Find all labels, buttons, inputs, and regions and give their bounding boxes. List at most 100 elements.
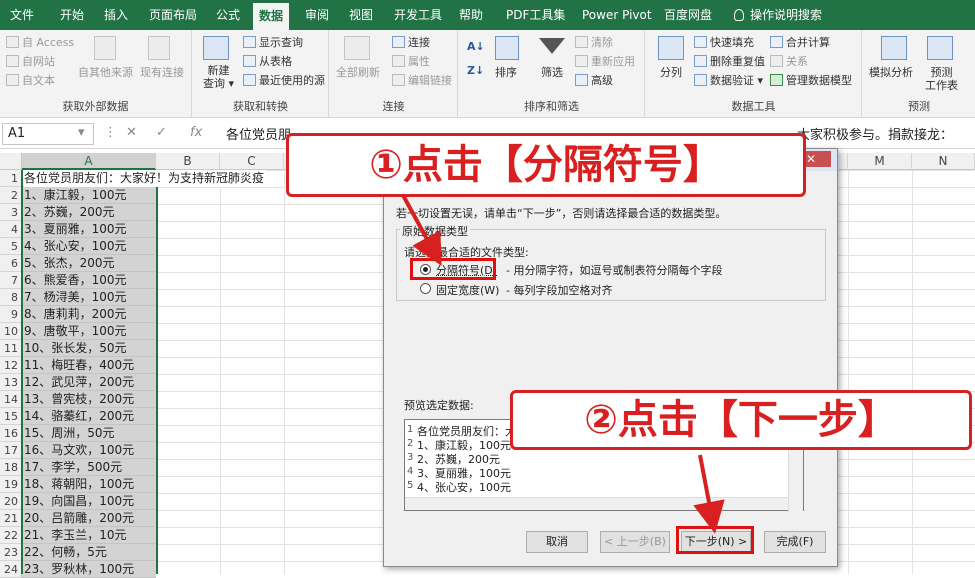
new-query-button[interactable]: 新建 查询 ▾	[203, 64, 234, 90]
manage-data-model-button[interactable]: 管理数据模型	[770, 74, 852, 88]
callout-step1: ①点击【分隔符号】	[286, 133, 806, 197]
group-sort-filter: A↓ Z↓ 排序 筛选 清除 重新应用 高级 排序和筛选	[459, 30, 645, 118]
tab-data[interactable]: 数据	[253, 3, 289, 30]
from-text-button[interactable]: 自文本	[6, 74, 55, 88]
reapply-button[interactable]: 重新应用	[575, 55, 635, 69]
group-connections: 全部刷新 连接 属性 编辑链接 连接	[330, 30, 458, 118]
finish-button[interactable]: 完成(F)	[764, 531, 826, 553]
sort-ascending-icon[interactable]: A↓	[467, 40, 485, 54]
previous-button[interactable]: < 上一步(B)	[600, 531, 670, 553]
row-header[interactable]: 18	[0, 459, 22, 476]
filter-button[interactable]: 筛选	[541, 66, 563, 79]
row-header[interactable]: 12	[0, 357, 22, 374]
text-to-columns-button[interactable]: 分列	[660, 66, 682, 79]
existing-connections-button[interactable]: 现有连接	[140, 66, 184, 79]
row-header[interactable]: 17	[0, 442, 22, 459]
row-header[interactable]: 16	[0, 425, 22, 442]
row-header[interactable]: 6	[0, 255, 22, 272]
tell-me-search[interactable]: 操作说明搜索	[728, 0, 828, 30]
what-if-analysis-button[interactable]: 模拟分析	[869, 66, 913, 79]
row-header[interactable]: 2	[0, 187, 22, 204]
from-table-button[interactable]: 从表格	[243, 55, 292, 69]
refresh-all-button[interactable]: 全部刷新	[336, 66, 380, 79]
relationships-button[interactable]: 关系	[770, 55, 808, 69]
tab-baidu-netdisk[interactable]: 百度网盘	[658, 0, 718, 30]
row-header[interactable]: 7	[0, 272, 22, 289]
row-header[interactable]: 19	[0, 476, 22, 493]
other-sources-button[interactable]: 自其他来源	[78, 66, 133, 79]
column-header-m[interactable]: M	[848, 153, 912, 170]
column-header-a[interactable]: A	[22, 153, 156, 170]
row-header[interactable]: 11	[0, 340, 22, 357]
column-header-n[interactable]: N	[912, 153, 975, 170]
preview-row-number: 4	[407, 466, 413, 477]
more-icon: ⋮	[104, 125, 117, 140]
edit-links-button[interactable]: 编辑链接	[392, 74, 452, 88]
row-header[interactable]: 14	[0, 391, 22, 408]
row-header[interactable]: 20	[0, 493, 22, 510]
row-header[interactable]: 1	[0, 170, 22, 187]
preview-row-number: 3	[407, 452, 413, 463]
cancel-button[interactable]: 取消	[526, 531, 588, 553]
from-web-button[interactable]: 自网站	[6, 55, 55, 69]
connections-button[interactable]: 连接	[392, 36, 430, 50]
consolidate-button[interactable]: 合并计算	[770, 36, 830, 50]
tab-developer[interactable]: 开发工具	[388, 0, 448, 30]
sort-button[interactable]: 排序	[495, 66, 517, 79]
row-header[interactable]: 5	[0, 238, 22, 255]
row-header[interactable]: 21	[0, 510, 22, 527]
tab-file[interactable]: 文件	[4, 0, 40, 30]
data-validation-button[interactable]: 数据验证 ▾	[694, 74, 763, 88]
formula-input[interactable]: 各位党员朋	[226, 124, 291, 143]
cancel-icon[interactable]: ✕	[126, 125, 137, 140]
tab-power-pivot[interactable]: Power Pivot	[576, 0, 658, 30]
fixed-width-option-label[interactable]: 固定宽度(W)	[436, 282, 499, 298]
chevron-down-icon[interactable]: ▾	[78, 125, 85, 140]
recent-sources-button[interactable]: 最近使用的源	[243, 74, 325, 88]
confirm-icon[interactable]: ✓	[156, 125, 167, 140]
horizontal-scrollbar[interactable]	[405, 497, 789, 510]
tab-home[interactable]: 开始	[54, 0, 90, 30]
row-header[interactable]: 9	[0, 306, 22, 323]
clear-filter-button[interactable]: 清除	[575, 36, 613, 50]
sort-descending-icon[interactable]: Z↓	[467, 64, 484, 78]
tab-formulas[interactable]: 公式	[210, 0, 246, 30]
insert-function-icon[interactable]: fx	[190, 125, 202, 140]
tab-help[interactable]: 帮助	[453, 0, 489, 30]
tab-insert[interactable]: 插入	[98, 0, 134, 30]
tab-review[interactable]: 审阅	[299, 0, 335, 30]
menu-bar: 文件 开始 插入 页面布局 公式 数据 审阅 视图 开发工具 帮助 PDF工具集…	[0, 0, 975, 30]
tab-pdf-tools[interactable]: PDF工具集	[500, 0, 571, 30]
properties-button[interactable]: 属性	[392, 55, 430, 69]
group-label: 获取和转换	[193, 98, 328, 114]
clear-icon	[575, 36, 588, 48]
column-header-c[interactable]: C	[220, 153, 284, 170]
row-header[interactable]: 3	[0, 204, 22, 221]
row-header[interactable]: 15	[0, 408, 22, 425]
tab-view[interactable]: 视图	[343, 0, 379, 30]
properties-icon	[392, 55, 405, 67]
cell-a1[interactable]: 各位党员朋友们：大家好！为支持新冠肺炎疫	[24, 170, 266, 187]
tab-page-layout[interactable]: 页面布局	[143, 0, 203, 30]
row-header[interactable]: 13	[0, 374, 22, 391]
group-label: 连接	[330, 98, 457, 114]
row-header[interactable]: 23	[0, 544, 22, 561]
from-access-button[interactable]: 自 Access	[6, 36, 74, 50]
flash-fill-button[interactable]: 快速填充	[694, 36, 754, 50]
select-all-corner[interactable]	[0, 153, 22, 170]
row-header[interactable]: 22	[0, 527, 22, 544]
row-header[interactable]: 10	[0, 323, 22, 340]
group-forecast: 模拟分析 预测 工作表 预测	[863, 30, 975, 118]
grid-line	[848, 170, 849, 574]
column-header-b[interactable]: B	[156, 153, 220, 170]
fixed-width-radio[interactable]	[420, 283, 431, 294]
show-queries-button[interactable]: 显示查询	[243, 36, 303, 50]
remove-duplicates-button[interactable]: 删除重复值	[694, 55, 765, 69]
row-header[interactable]: 4	[0, 221, 22, 238]
advanced-filter-button[interactable]: 高级	[575, 74, 613, 88]
advanced-filter-icon	[575, 74, 588, 86]
row-header[interactable]: 8	[0, 289, 22, 306]
link-icon	[392, 74, 405, 86]
forecast-sheet-button[interactable]: 预测 工作表	[925, 66, 958, 92]
row-header[interactable]: 24	[0, 561, 22, 578]
